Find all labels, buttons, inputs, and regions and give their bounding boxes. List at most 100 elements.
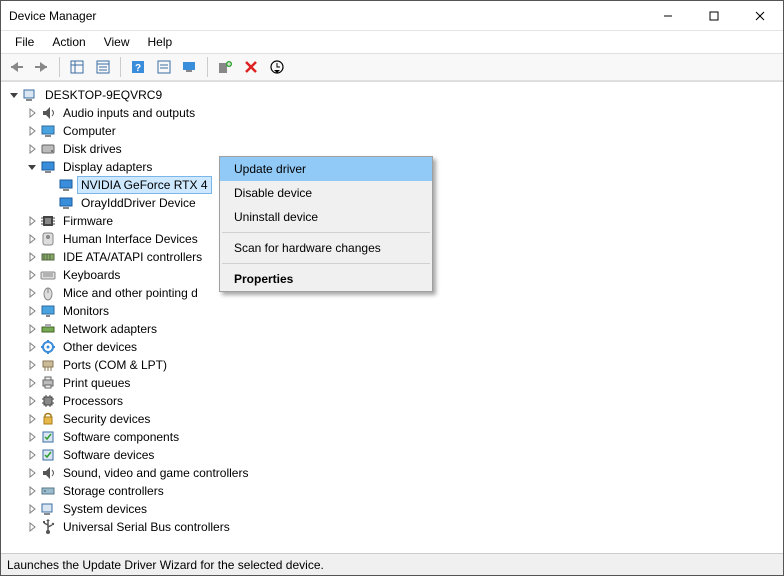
hid-icon [40, 231, 56, 247]
help-button[interactable]: ? [127, 56, 149, 78]
port-icon [40, 357, 56, 373]
tree-category-node[interactable]: Processors [23, 392, 781, 410]
expand-toggle[interactable] [25, 520, 39, 534]
tree-node-label: Security devices [59, 410, 154, 428]
network-icon [40, 321, 56, 337]
menu-view[interactable]: View [96, 33, 138, 51]
status-bar: Launches the Update Driver Wizard for th… [1, 553, 783, 575]
maximize-button[interactable] [691, 1, 737, 30]
tree-category-node[interactable]: Storage controllers [23, 482, 781, 500]
mouse-icon [40, 285, 56, 301]
tree-category-node[interactable]: Universal Serial Bus controllers [23, 518, 781, 536]
expand-toggle[interactable] [25, 160, 39, 174]
expand-toggle[interactable] [25, 376, 39, 390]
expand-toggle[interactable] [25, 250, 39, 264]
device-tree-panel[interactable]: DESKTOP-9EQVRC9Audio inputs and outputsC… [1, 81, 783, 553]
expand-toggle[interactable] [25, 448, 39, 462]
expand-toggle[interactable] [25, 124, 39, 138]
tree-category-node[interactable]: Computer [23, 122, 781, 140]
expand-toggle[interactable] [25, 430, 39, 444]
expand-toggle[interactable] [25, 358, 39, 372]
expand-toggle[interactable] [25, 286, 39, 300]
tree-node-label: System devices [59, 500, 151, 518]
expand-toggle[interactable] [25, 322, 39, 336]
expand-toggle[interactable] [25, 466, 39, 480]
tree-category-node[interactable]: Monitors [23, 302, 781, 320]
expand-toggle[interactable] [25, 106, 39, 120]
device-manager-window: Device Manager FileActionViewHelp ? [0, 0, 784, 576]
tree-node-label: Storage controllers [59, 482, 168, 500]
tree-category-node[interactable]: Other devices [23, 338, 781, 356]
software-icon [40, 429, 56, 445]
properties-icon [96, 60, 110, 74]
properties-button[interactable] [92, 56, 114, 78]
help-icon: ? [131, 60, 145, 74]
scan-button[interactable] [179, 56, 201, 78]
add-hardware-button[interactable] [214, 56, 236, 78]
svg-text:?: ? [135, 63, 141, 74]
tree-node-label: Print queues [59, 374, 134, 392]
tree-category-node[interactable]: Audio inputs and outputs [23, 104, 781, 122]
expand-toggle[interactable] [25, 304, 39, 318]
expand-toggle[interactable] [25, 412, 39, 426]
expand-toggle[interactable] [25, 142, 39, 156]
tree-node-label: Audio inputs and outputs [59, 104, 199, 122]
menu-file[interactable]: File [7, 33, 42, 51]
tree-node-label: Disk drives [59, 140, 126, 158]
expand-toggle[interactable] [7, 88, 21, 102]
disk-icon [40, 141, 56, 157]
back-button[interactable] [5, 56, 27, 78]
tree-root-node[interactable]: DESKTOP-9EQVRC9 [5, 86, 781, 104]
expand-toggle[interactable] [25, 394, 39, 408]
tree-category-node[interactable]: System devices [23, 500, 781, 518]
close-button[interactable] [737, 1, 783, 30]
tree-category-node[interactable]: Ports (COM & LPT) [23, 356, 781, 374]
tree-category-node[interactable]: Sound, video and game controllers [23, 464, 781, 482]
forward-arrow-icon [34, 60, 50, 74]
other-icon [40, 339, 56, 355]
tree-node-label: Processors [59, 392, 127, 410]
minimize-button[interactable] [645, 1, 691, 30]
expand-toggle[interactable] [25, 502, 39, 516]
minimize-icon [663, 11, 673, 21]
context-menu-item[interactable]: Uninstall device [220, 205, 432, 229]
computer-icon [22, 87, 38, 103]
list-icon [157, 60, 171, 74]
tree-node-label: Computer [59, 122, 120, 140]
tree-category-node[interactable]: Security devices [23, 410, 781, 428]
tree-category-node[interactable]: Network adapters [23, 320, 781, 338]
tree-category-node[interactable]: Print queues [23, 374, 781, 392]
remove-button[interactable] [240, 56, 262, 78]
expand-toggle[interactable] [25, 268, 39, 282]
menu-action[interactable]: Action [44, 33, 93, 51]
tree-node-label: Human Interface Devices [59, 230, 202, 248]
tree-category-node[interactable]: Software components [23, 428, 781, 446]
monitor-scan-icon [182, 60, 198, 74]
audio-icon [40, 105, 56, 121]
menu-help[interactable]: Help [140, 33, 181, 51]
firmware-icon [40, 213, 56, 229]
expand-toggle[interactable] [25, 214, 39, 228]
forward-button[interactable] [31, 56, 53, 78]
context-menu-item[interactable]: Scan for hardware changes [220, 236, 432, 260]
expand-toggle[interactable] [25, 484, 39, 498]
printer-icon [40, 375, 56, 391]
update-driver-button[interactable] [266, 56, 288, 78]
add-hardware-icon [218, 60, 232, 74]
action-button[interactable] [153, 56, 175, 78]
tree-category-node[interactable]: Software devices [23, 446, 781, 464]
monitor-icon [40, 303, 56, 319]
cpu-icon [40, 393, 56, 409]
context-menu-item[interactable]: Disable device [220, 181, 432, 205]
tree-node-label: Other devices [59, 338, 141, 356]
tree-node-label: DESKTOP-9EQVRC9 [41, 86, 166, 104]
context-menu-item[interactable]: Update driver [220, 157, 432, 181]
context-menu-item[interactable]: Properties [220, 267, 432, 291]
usb-icon [40, 519, 56, 535]
expand-toggle[interactable] [25, 232, 39, 246]
tree-node-label: Network adapters [59, 320, 161, 338]
toolbar: ? [1, 53, 783, 81]
context-menu: Update driverDisable deviceUninstall dev… [219, 156, 433, 292]
expand-toggle[interactable] [25, 340, 39, 354]
show-hide-tree-button[interactable] [66, 56, 88, 78]
